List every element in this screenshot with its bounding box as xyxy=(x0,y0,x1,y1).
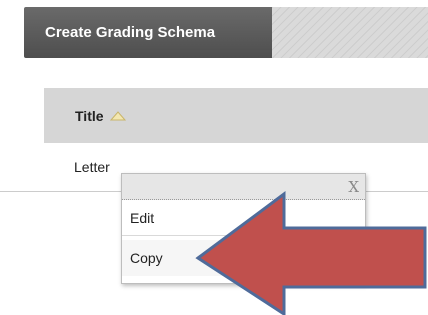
row-divider xyxy=(0,191,44,192)
table-header: Title xyxy=(44,88,428,143)
action-bar: Create Grading Schema xyxy=(0,0,428,63)
action-bar-filler xyxy=(272,7,428,58)
create-grading-schema-button[interactable]: Create Grading Schema xyxy=(24,7,272,58)
left-arrow-annotation-icon xyxy=(195,191,427,315)
menu-item-edit-label: Edit xyxy=(130,209,155,226)
create-grading-schema-label: Create Grading Schema xyxy=(45,24,216,41)
menu-item-copy-label: Copy xyxy=(130,250,163,266)
sort-ascending-icon[interactable] xyxy=(109,110,126,121)
title-column-header[interactable]: Title xyxy=(75,108,104,124)
row-title-letter[interactable]: Letter xyxy=(74,159,110,175)
